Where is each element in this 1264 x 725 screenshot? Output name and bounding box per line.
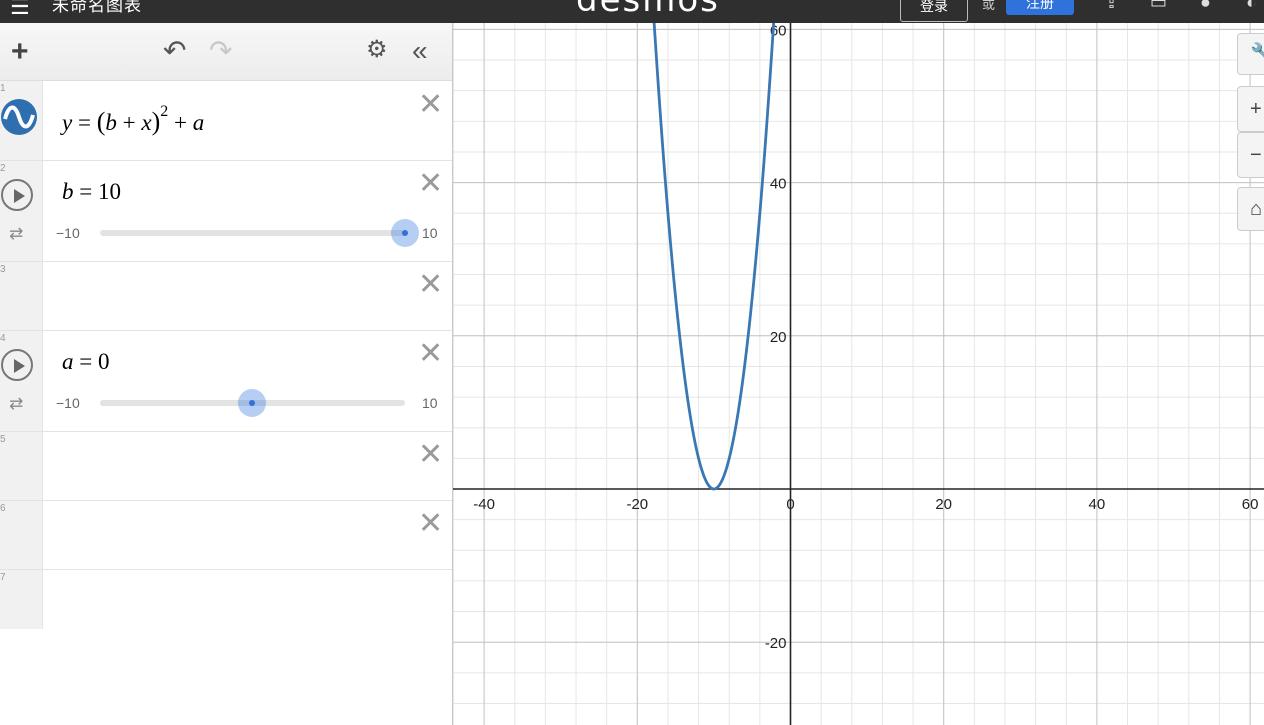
or-label: 或 (982, 0, 996, 12)
x-tick-label: 20 (935, 496, 952, 513)
x-tick-label: 60 (1242, 496, 1259, 513)
graph-curve-icon[interactable] (0, 98, 38, 136)
keyboard-icon[interactable]: ▭ (1150, 0, 1167, 13)
slider-thumb[interactable] (238, 389, 266, 417)
expression-row-4[interactable]: 4 ⇄ a = 0 ✕ −10 10 (0, 331, 452, 432)
expression-index: 1 (0, 83, 6, 94)
expression-row-1[interactable]: 1 y = (b + x)2 + a ✕ (0, 81, 452, 161)
delete-expression-icon[interactable]: ✕ (418, 169, 443, 199)
x-tick-label: 40 (1089, 496, 1106, 513)
x-tick-label: 0 (786, 496, 794, 513)
y-tick-label: 20 (770, 329, 787, 346)
delete-expression-icon[interactable]: ✕ (418, 339, 443, 369)
home-icon[interactable]: ⌂ (1237, 187, 1264, 231)
delete-expression-icon[interactable]: ✕ (418, 90, 443, 120)
play-animation-icon[interactable] (1, 179, 33, 211)
zoom-out-icon[interactable]: − (1237, 132, 1264, 178)
wrench-icon[interactable]: 🔧 (1237, 33, 1264, 75)
expression-index: 6 (0, 503, 6, 514)
graph-canvas[interactable]: -40 -20 0 20 40 60604020-20 (453, 23, 1264, 725)
help-icon[interactable]: ● (1200, 0, 1211, 13)
slider-expression[interactable]: a = 0 (62, 349, 109, 375)
slider-max[interactable]: 10 (422, 395, 438, 411)
y-tick-label: -20 (765, 635, 787, 652)
expression-index: 2 (0, 163, 6, 174)
language-icon[interactable]: ◐ (1246, 0, 1257, 13)
signup-button[interactable]: 注册 (1006, 0, 1074, 15)
expression-row-6[interactable]: 6 ✕ (0, 501, 452, 570)
zoom-in-icon[interactable]: + (1237, 86, 1264, 132)
expression-row-3[interactable]: 3 ✕ (0, 262, 452, 331)
login-button[interactable]: 登录 (900, 0, 968, 22)
loop-mode-icon[interactable]: ⇄ (9, 224, 23, 244)
expression-latex[interactable]: y = (b + x)2 + a (62, 103, 204, 137)
collapse-panel-icon[interactable]: « (412, 37, 428, 65)
desmos-logo: desmos (576, 0, 720, 20)
slider-thumb[interactable] (391, 219, 419, 247)
expression-index: 5 (0, 434, 6, 445)
delete-expression-icon[interactable]: ✕ (418, 440, 443, 470)
settings-gear-icon[interactable]: ⚙ (366, 38, 388, 62)
undo-button[interactable]: ↶ (163, 37, 186, 65)
function-curve (652, 23, 776, 491)
slider-min[interactable]: −10 (56, 225, 80, 241)
hamburger-icon[interactable]: ☰ (10, 0, 30, 20)
slider-expression[interactable]: b = 10 (62, 179, 121, 205)
redo-button[interactable]: ↷ (209, 37, 232, 65)
loop-mode-icon[interactable]: ⇄ (9, 394, 23, 414)
slider-min[interactable]: −10 (56, 395, 80, 411)
add-item-button[interactable]: + (11, 37, 29, 67)
y-tick-label: 40 (770, 176, 787, 193)
play-animation-icon[interactable] (1, 349, 33, 381)
expression-index: 7 (0, 572, 6, 583)
delete-expression-icon[interactable]: ✕ (418, 270, 443, 300)
delete-expression-icon[interactable]: ✕ (418, 509, 443, 539)
x-tick-label: -20 (626, 496, 648, 513)
x-tick-label: -40 (473, 496, 495, 513)
expression-index: 3 (0, 264, 6, 275)
expression-index: 4 (0, 333, 6, 344)
expression-row-5[interactable]: 5 ✕ (0, 432, 452, 501)
slider-max[interactable]: 10 (422, 225, 438, 241)
graph-title[interactable]: 未命名图表 (52, 0, 142, 16)
expression-panel: + ↶ ↷ ⚙ « 1 y = (b + x)2 + a ✕ 2 ⇄ b = 1… (0, 23, 453, 725)
top-bar: ☰ 未命名图表 desmos 登录 或 注册 ⇪ ▭ ● ◐ (0, 0, 1264, 23)
graph-paper[interactable]: -40 -20 0 20 40 60 60 40 20 -20 (453, 23, 1264, 725)
expression-toolbar: + ↶ ↷ ⚙ « (0, 23, 452, 81)
expression-row-7[interactable]: 7 (0, 570, 452, 629)
expression-row-2[interactable]: 2 ⇄ b = 10 ✕ −10 10 (0, 161, 452, 262)
share-icon[interactable]: ⇪ (1104, 0, 1119, 13)
slider-track[interactable] (100, 230, 405, 236)
